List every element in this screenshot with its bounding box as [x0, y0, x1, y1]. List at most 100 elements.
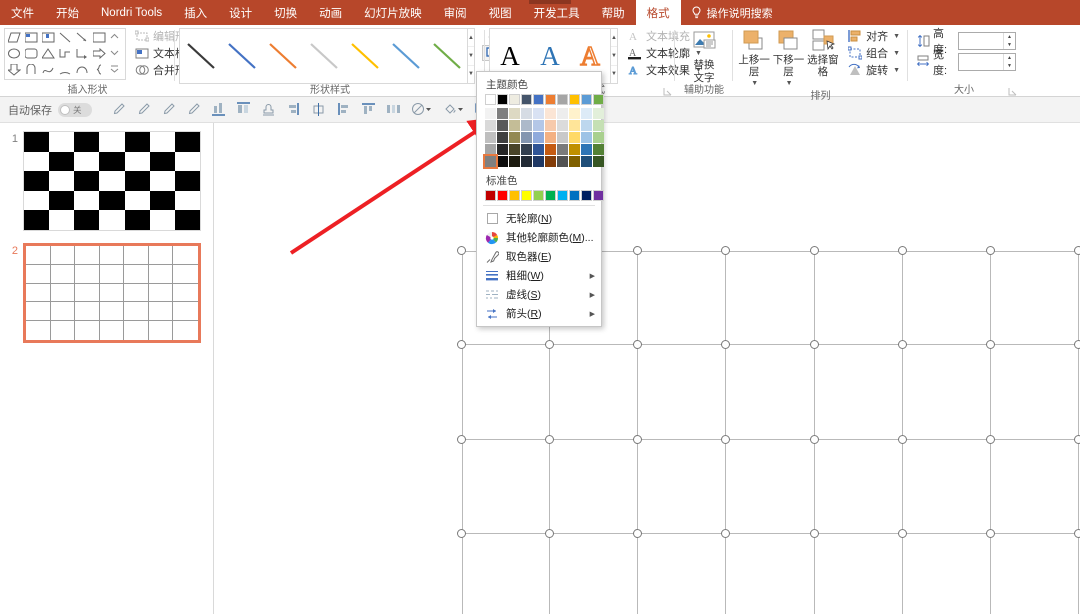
tab-format[interactable]: 格式 [635, 0, 681, 25]
width-input[interactable]: ▲ ▼ [958, 52, 1016, 71]
shape-textbox-icon[interactable] [23, 30, 40, 46]
autosave-toggle[interactable]: 关 [58, 102, 92, 117]
selection-handle[interactable] [897, 434, 907, 444]
standard-color-swatch[interactable] [569, 190, 580, 201]
send-backward-button[interactable]: 下移一层 ▼ [771, 28, 805, 90]
style-preset[interactable] [303, 29, 344, 83]
tab-home[interactable]: 开始 [45, 0, 90, 25]
standard-color-swatch[interactable] [485, 190, 496, 201]
shape-rounded-rect-icon[interactable] [23, 46, 40, 62]
height-stepper[interactable]: ▲ ▼ [1003, 32, 1015, 49]
theme-color-variant-swatch[interactable] [593, 144, 604, 155]
selection-handle[interactable] [897, 246, 907, 255]
align-objects-button[interactable]: 对齐 ▼ [844, 28, 904, 44]
menu-item-more-colors[interactable]: 其他轮廓颜色(M)... [477, 228, 601, 247]
tell-me-search[interactable]: 操作说明搜索 [681, 0, 783, 25]
selection-handle[interactable] [457, 246, 466, 255]
tab-file[interactable]: 文件 [0, 0, 45, 25]
theme-color-variant-swatch[interactable] [483, 154, 498, 169]
selection-handle[interactable] [1074, 434, 1080, 444]
theme-color-variant-swatch[interactable] [593, 132, 604, 143]
slide-thumbnail-2[interactable]: 2 [0, 243, 213, 343]
theme-color-variant-swatch[interactable] [533, 156, 544, 167]
align-top-icon[interactable] [356, 97, 381, 123]
theme-color-swatch[interactable] [545, 94, 556, 105]
standard-color-swatch[interactable] [533, 190, 544, 201]
theme-color-variant-swatch[interactable] [557, 108, 568, 119]
theme-color-variant-swatch[interactable] [509, 108, 520, 119]
shapes-gallery[interactable] [4, 28, 126, 80]
shapes-scroll-up-icon[interactable] [108, 30, 125, 46]
selection-handle[interactable] [1074, 340, 1080, 350]
theme-color-variant-swatch[interactable] [545, 156, 556, 167]
theme-color-variant-swatch[interactable] [581, 156, 592, 167]
selection-pane-button[interactable]: 选择窗格 [806, 28, 840, 78]
theme-color-variant-swatch[interactable] [485, 144, 496, 155]
menu-item-dashes[interactable]: 虚线(S) ▶ [477, 285, 601, 304]
distribute-horizontal-icon[interactable] [381, 97, 406, 123]
theme-color-variant-swatch[interactable] [509, 132, 520, 143]
theme-color-variant-swatch[interactable] [521, 144, 532, 155]
style-preset[interactable] [262, 29, 303, 83]
theme-color-variant-swatch[interactable] [569, 132, 580, 143]
theme-color-variant-swatch[interactable] [569, 156, 580, 167]
tab-review[interactable]: 审阅 [433, 0, 478, 25]
selection-handle[interactable] [985, 529, 995, 539]
slide-canvas-area[interactable] [214, 123, 1080, 614]
shapes-scroll-down-icon[interactable] [108, 46, 125, 62]
shape-right-arrow-icon[interactable] [91, 46, 108, 62]
theme-color-variant-swatch[interactable] [593, 156, 604, 167]
selection-handle[interactable] [985, 246, 995, 255]
format-painter-icon[interactable] [106, 97, 131, 123]
theme-color-variant-swatch[interactable] [509, 120, 520, 131]
format-painter-icon[interactable] [156, 97, 181, 123]
style-preset[interactable] [426, 29, 467, 83]
shape-arc-icon[interactable] [57, 62, 74, 78]
theme-color-variants[interactable] [477, 105, 604, 169]
more-styles-icon[interactable]: ▼ [468, 66, 474, 83]
tab-insert[interactable]: 插入 [173, 0, 218, 25]
tab-developer[interactable]: 开发工具 [523, 0, 591, 25]
shape-elbow-arrow-icon[interactable] [74, 46, 91, 62]
shape-brace-icon[interactable] [91, 62, 108, 78]
selection-handle[interactable] [1074, 529, 1080, 539]
width-stepper[interactable]: ▲ ▼ [1003, 53, 1015, 70]
theme-color-variant-swatch[interactable] [569, 120, 580, 131]
theme-color-variant-swatch[interactable] [497, 120, 508, 131]
align-left-icon[interactable] [331, 97, 356, 123]
no-fill-icon[interactable] [406, 97, 438, 123]
standard-colors-row[interactable] [477, 190, 604, 201]
selection-handle[interactable] [1074, 246, 1080, 255]
theme-color-variant-swatch[interactable] [485, 120, 496, 131]
theme-color-variant-swatch[interactable] [569, 108, 580, 119]
standard-color-swatch[interactable] [557, 190, 568, 201]
theme-color-variant-swatch[interactable] [497, 132, 508, 143]
slide-preview-grid[interactable] [23, 243, 201, 343]
align-center-icon[interactable] [306, 97, 331, 123]
shape-parallelogram-icon[interactable] [6, 30, 23, 46]
bring-forward-button[interactable]: 上移一层 ▼ [737, 28, 771, 90]
tab-slideshow[interactable]: 幻灯片放映 [353, 0, 433, 25]
slide-thumbnail-1[interactable]: 1 [0, 131, 213, 231]
wordart-dialog-launcher[interactable] [663, 87, 672, 96]
selection-handle[interactable] [809, 340, 819, 350]
scroll-down-icon[interactable]: ▼ [468, 47, 474, 66]
theme-color-variant-swatch[interactable] [521, 156, 532, 167]
menu-item-weight[interactable]: 粗细(W) ▶ [477, 266, 601, 285]
group-button[interactable]: 组合 ▼ [844, 45, 904, 61]
tab-transitions[interactable]: 切换 [263, 0, 308, 25]
style-preset[interactable] [385, 29, 426, 83]
size-dialog-launcher[interactable] [1008, 87, 1017, 96]
theme-color-variant-swatch[interactable] [581, 120, 592, 131]
selection-handle[interactable] [985, 434, 995, 444]
theme-color-variant-swatch[interactable] [545, 144, 556, 155]
width-value[interactable] [959, 54, 1003, 70]
standard-color-swatch[interactable] [581, 190, 592, 201]
stepper-up-icon[interactable]: ▲ [1004, 54, 1015, 62]
theme-color-variant-swatch[interactable] [533, 132, 544, 143]
selection-handle[interactable] [897, 529, 907, 539]
align-bottom-icon[interactable] [206, 97, 231, 123]
theme-color-variant-swatch[interactable] [485, 108, 496, 119]
theme-color-swatch[interactable] [497, 94, 508, 105]
menu-item-arrows[interactable]: 箭头(R) ▶ [477, 304, 601, 323]
